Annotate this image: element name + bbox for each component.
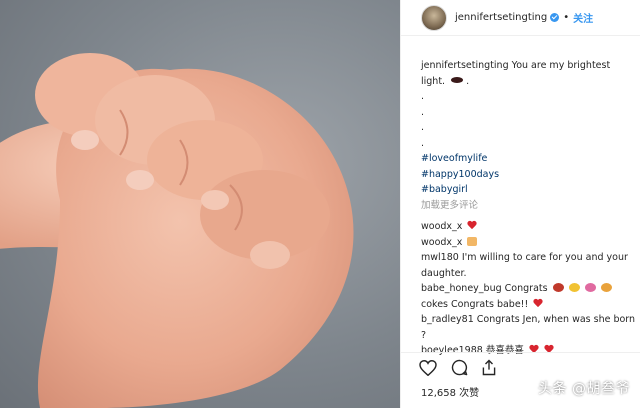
list-item: woodx_x xyxy=(421,219,636,235)
watermark: 头条 @胡叁爷 xyxy=(538,381,630,397)
post-photo xyxy=(0,0,400,408)
gift-emoji-icon xyxy=(600,283,612,292)
caption-dot: . xyxy=(421,106,425,118)
thumbs-up-icon xyxy=(467,236,478,246)
lips-emoji-icon xyxy=(451,76,464,83)
caption-line: jennifertsetingting You are my brightest… xyxy=(421,58,636,89)
header-dot: • xyxy=(563,12,570,23)
caption-dot: . xyxy=(421,122,425,133)
heart-emoji-icon xyxy=(533,299,543,308)
list-item: b_radley81 Congrats Jen, when was she bo… xyxy=(421,312,636,343)
caption-username[interactable]: jennifertsetingting xyxy=(421,60,509,71)
verified-icon xyxy=(550,13,560,22)
comment-username[interactable]: babe_honey_bug xyxy=(421,283,502,294)
comment-username[interactable]: woodx_x xyxy=(421,221,462,232)
list-item: babe_honey_bug Congrats xyxy=(421,281,636,297)
comment-list: woodx_x woodx_x mwl180 I'm willing to ca… xyxy=(421,219,636,359)
list-item: mwl180 I'm willing to care for you and y… xyxy=(421,250,636,281)
heart-emoji-icon xyxy=(467,221,477,230)
share-icon[interactable] xyxy=(482,359,496,376)
likes-count[interactable]: 12,658 次赞 xyxy=(421,384,479,399)
yellow-heart-emoji-icon xyxy=(568,283,580,292)
list-item: cokes Congrats babe!! xyxy=(421,297,636,313)
load-more-comments[interactable]: 加载更多评论 xyxy=(421,198,636,214)
caption-dot: . xyxy=(421,91,425,102)
follow-button[interactable]: 关注 xyxy=(573,10,593,25)
heart-outline-icon[interactable] xyxy=(419,359,437,376)
flower-emoji-icon xyxy=(584,283,596,292)
caption-end: . xyxy=(466,75,470,87)
comment-username[interactable]: woodx_x xyxy=(421,237,462,248)
baby-hand-illustration xyxy=(0,53,354,408)
post-header: jennifertsetingting • 关注 xyxy=(401,0,640,36)
hashtag-link[interactable]: #loveofmylife xyxy=(421,151,636,167)
comment-username[interactable]: cokes xyxy=(421,299,448,310)
comment-text: Congrats xyxy=(504,283,548,294)
hashtag-link[interactable]: #happy100days xyxy=(421,167,636,183)
comment-text: Congrats babe!! xyxy=(451,298,529,310)
header-username[interactable]: jennifertsetingting xyxy=(455,12,547,23)
list-item: woodx_x xyxy=(421,235,636,251)
avatar[interactable] xyxy=(421,4,447,31)
comment-username[interactable]: b_radley81 xyxy=(421,314,474,325)
lips-emoji-icon xyxy=(552,283,564,292)
post-panel: jennifertsetingting • 关注 jennifertseting… xyxy=(400,0,640,408)
post-caption: jennifertsetingting You are my brightest… xyxy=(421,58,636,359)
caption-dot: . xyxy=(421,137,425,149)
comment-username[interactable]: mwl180 xyxy=(421,252,459,263)
hashtag-link[interactable]: #babygirl xyxy=(421,182,636,198)
comment-icon[interactable] xyxy=(451,359,468,376)
